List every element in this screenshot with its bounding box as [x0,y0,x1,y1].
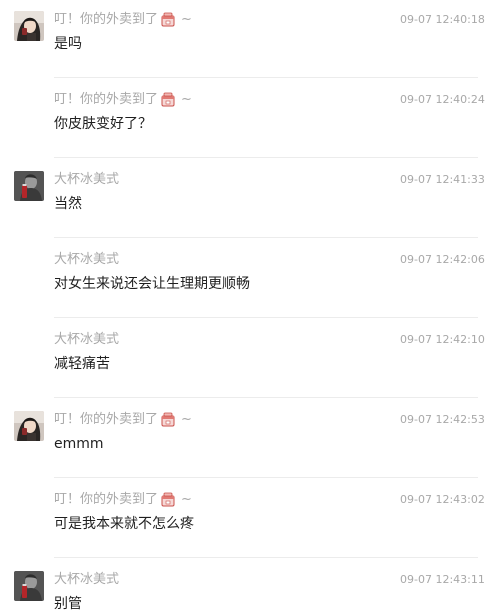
takeout-box-emoji-icon [160,492,176,508]
sender-name-text: 大杯冰美式 [54,332,120,347]
takeout-box-emoji-icon [160,12,176,28]
sender-name-text: 叮！你的外卖到了 [54,412,159,427]
sender-name[interactable]: 大杯冰美式 [54,251,119,269]
sender-name[interactable]: 大杯冰美式 [54,331,119,349]
message-text[interactable]: 是吗 [54,34,82,54]
sender-name-text: 叮！你的外卖到了 [54,92,159,107]
message-timestamp: 09-07 12:43:11 [400,573,485,586]
chat-message: 大杯冰美式 09-07 12:42:06 对女生来说还会让生理期更顺畅 [0,240,495,320]
message-divider [54,157,478,158]
chat-message: 叮！你的外卖到了 ~09-07 12:40:24 你皮肤变好了？ [0,80,495,160]
message-timestamp: 09-07 12:40:24 [400,93,485,106]
message-text[interactable]: 对女生来说还会让生理期更顺畅 [54,274,250,294]
sender-name[interactable]: 叮！你的外卖到了 ~ [54,411,192,429]
sender-name-suffix: ~ [181,412,192,427]
takeout-box-emoji-icon [160,92,176,108]
sender-name-text: 大杯冰美式 [54,572,120,587]
message-timestamp: 09-07 12:42:53 [400,413,485,426]
message-divider [54,397,478,398]
sender-name-text: 大杯冰美式 [54,172,120,187]
chat-message: 叮！你的外卖到了 ~09-07 12:40:18 是吗 [0,0,495,80]
message-text[interactable]: 可是我本来就不怎么疼 [54,514,194,534]
message-text[interactable]: emmm [54,434,104,454]
message-timestamp: 09-07 12:40:18 [400,13,485,26]
message-text[interactable]: 减轻痛苦 [54,354,110,374]
chat-message: 叮！你的外卖到了 ~09-07 12:43:02 可是我本来就不怎么疼 [0,480,495,560]
message-text[interactable]: 当然 [54,194,82,214]
message-timestamp: 09-07 12:41:33 [400,173,485,186]
sender-name[interactable]: 叮！你的外卖到了 ~ [54,491,192,509]
message-divider [54,557,478,558]
sender-name-suffix: ~ [181,92,192,107]
message-divider [54,477,478,478]
chat-message-list: 叮！你的外卖到了 ~09-07 12:40:18 是吗 叮！你的外卖到了 ~09-07 … [0,0,495,616]
message-timestamp: 09-07 12:42:10 [400,333,485,346]
avatar-takeout-user[interactable] [14,11,44,41]
message-divider [54,317,478,318]
message-timestamp: 09-07 12:42:06 [400,253,485,266]
message-timestamp: 09-07 12:43:02 [400,493,485,506]
message-text[interactable]: 别管 [54,594,82,614]
takeout-box-emoji-icon [160,412,176,428]
sender-name-text: 叮！你的外卖到了 [54,12,159,27]
avatar-iced-americano-user[interactable] [14,571,44,601]
sender-name-suffix: ~ [181,12,192,27]
avatar-takeout-user[interactable] [14,411,44,441]
chat-message: 大杯冰美式 09-07 12:41:33 当然 [0,160,495,240]
chat-message: 大杯冰美式 09-07 12:42:10 减轻痛苦 [0,320,495,400]
message-divider [54,77,478,78]
avatar-iced-americano-user[interactable] [14,171,44,201]
sender-name[interactable]: 大杯冰美式 [54,171,119,189]
sender-name[interactable]: 叮！你的外卖到了 ~ [54,91,192,109]
message-text[interactable]: 你皮肤变好了？ [54,114,152,134]
message-divider [54,237,478,238]
sender-name[interactable]: 大杯冰美式 [54,571,119,589]
chat-message: 叮！你的外卖到了 ~09-07 12:42:53 emmm [0,400,495,480]
sender-name-text: 大杯冰美式 [54,252,120,267]
sender-name[interactable]: 叮！你的外卖到了 ~ [54,11,192,29]
sender-name-suffix: ~ [181,492,192,507]
sender-name-text: 叮！你的外卖到了 [54,492,159,507]
chat-message: 大杯冰美式 09-07 12:43:11 别管 [0,560,495,616]
